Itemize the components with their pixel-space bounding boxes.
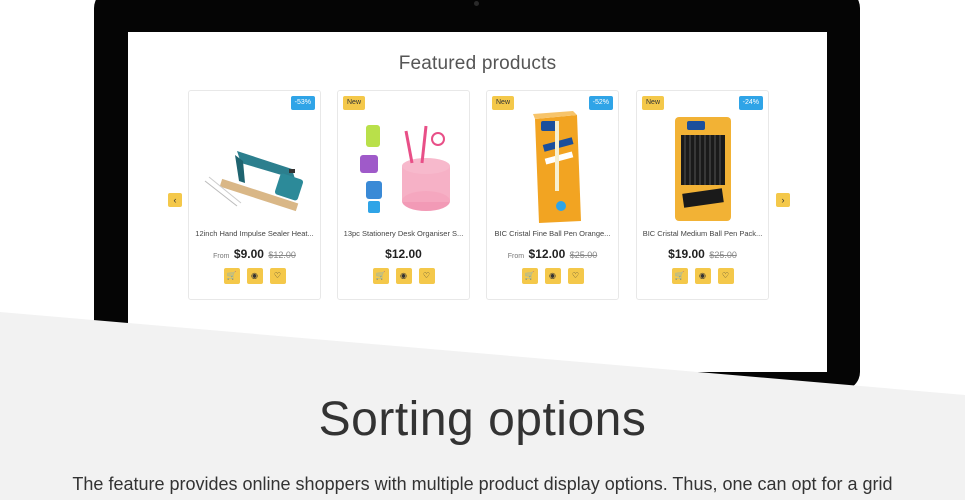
section-description: The feature provides online shoppers wit… [72,474,893,494]
section-headline: Sorting options [318,393,647,446]
